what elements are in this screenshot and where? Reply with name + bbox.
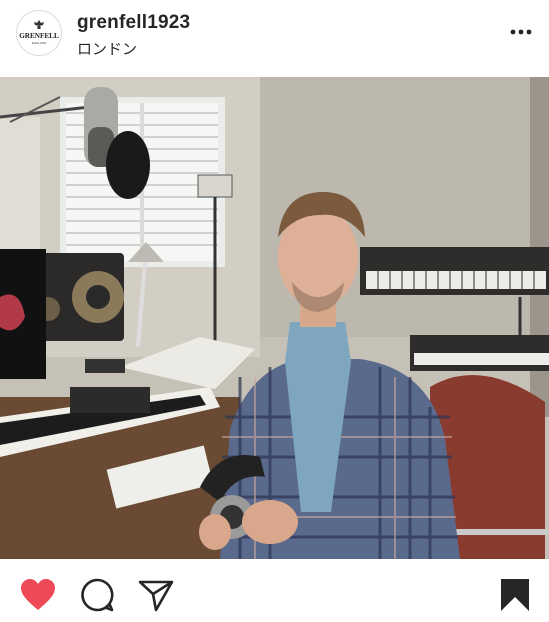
logo-subtext: ENGLAND <box>32 41 47 45</box>
profile-avatar[interactable]: GRENFELL ENGLAND <box>16 10 62 56</box>
grenfell-logo: GRENFELL ENGLAND <box>19 20 59 45</box>
send-icon[interactable] <box>138 578 174 617</box>
more-horizontal-icon[interactable] <box>509 24 533 40</box>
heart-filled-icon[interactable] <box>20 578 56 617</box>
post-header: GRENFELL ENGLAND grenfell1923 ロンドン <box>0 0 549 72</box>
bookmark-filled-icon[interactable] <box>500 578 530 617</box>
location[interactable]: ロンドン <box>77 38 137 59</box>
username[interactable]: grenfell1923 <box>77 12 190 34</box>
comment-icon[interactable] <box>80 578 114 617</box>
post-photo[interactable] <box>0 77 549 559</box>
logo-text: GRENFELL <box>19 32 59 40</box>
action-bar <box>0 562 549 622</box>
